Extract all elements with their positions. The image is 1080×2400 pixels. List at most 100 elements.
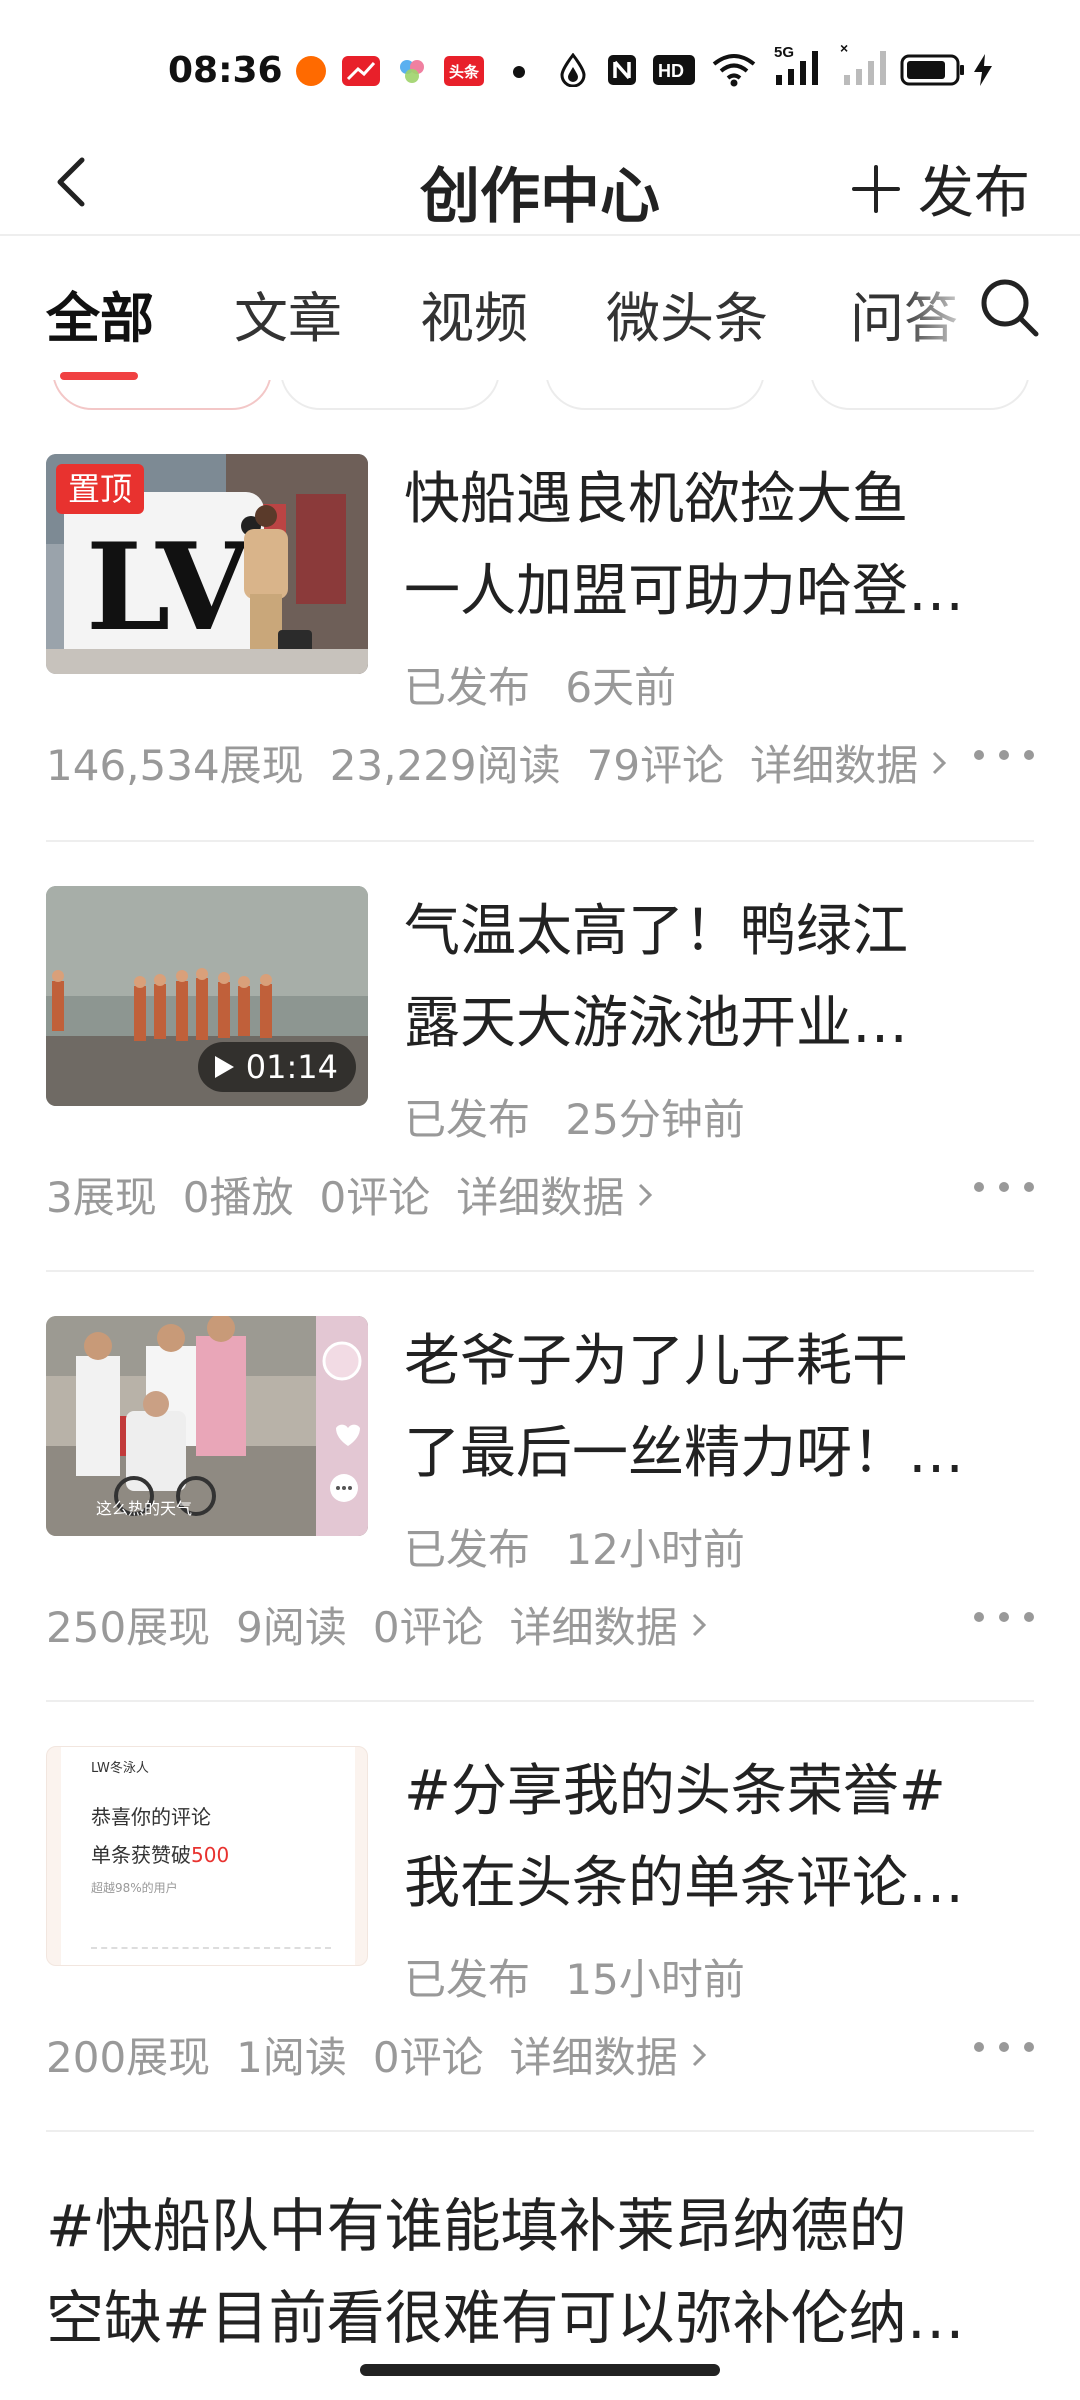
duration-text: 01:14 bbox=[245, 1048, 338, 1086]
status-bar: 08:36 头条 HD 5G × bbox=[0, 0, 1080, 128]
item-title[interactable]: #快船队中有谁能填补莱昂纳德的 空缺#目前看很难有可以弥补伦纳… bbox=[46, 2180, 1026, 2364]
more-dot bbox=[1024, 750, 1034, 760]
nfc-icon bbox=[606, 50, 638, 90]
item-title-line: 了最后一丝精力呀！… bbox=[404, 1421, 964, 1486]
more-dot bbox=[1024, 1182, 1034, 1192]
filter-chip[interactable] bbox=[52, 380, 272, 410]
detail-data-label: 详细数据 bbox=[509, 1603, 678, 1652]
detail-data-link[interactable]: 详细数据 bbox=[510, 2024, 710, 2085]
filter-chip[interactable] bbox=[810, 380, 1030, 410]
stat-reads: 1阅读 bbox=[236, 2033, 347, 2082]
filter-chip[interactable] bbox=[545, 380, 765, 410]
publish-label: 发布 bbox=[918, 161, 1030, 226]
item-title[interactable]: #分享我的头条荣誉# 我在头条的单条评论… bbox=[404, 1746, 1044, 1930]
plus-icon bbox=[852, 164, 900, 213]
more-dot bbox=[999, 1612, 1009, 1622]
divider bbox=[46, 2130, 1034, 2132]
item-title-line: 一人加盟可助力哈登… bbox=[404, 559, 964, 624]
divider bbox=[46, 1700, 1034, 1702]
item-title[interactable]: 气温太高了！鸭绿江 露天大游泳池开业… bbox=[404, 886, 1044, 1070]
publish-status: 已发布 bbox=[404, 1095, 531, 1144]
orange-app-icon bbox=[296, 56, 326, 86]
detail-data-label: 详细数据 bbox=[509, 2033, 678, 2082]
chevron-right-icon bbox=[692, 2043, 706, 2066]
item-title-line: 露天大游泳池开业… bbox=[404, 991, 908, 1056]
item-title-line: 气温太高了！鸭绿江 bbox=[404, 899, 908, 964]
divider bbox=[46, 1270, 1034, 1272]
thumb-caption: 这么热的天气 bbox=[96, 1499, 192, 1518]
home-indicator[interactable] bbox=[360, 2364, 720, 2376]
status-time: 08:36 bbox=[168, 50, 283, 91]
item-title-line: 老爷子为了儿子耗干 bbox=[404, 1329, 908, 1394]
toutiao-app-icon: 头条 bbox=[444, 56, 484, 86]
top-header: 创作中心 发布 bbox=[0, 128, 1080, 236]
item-title-line: 我在头条的单条评论… bbox=[404, 1851, 964, 1916]
stat-plays: 0播放 bbox=[182, 1173, 294, 1222]
item-title-line: 空缺#目前看很难有可以弥补伦纳… bbox=[46, 2284, 965, 2352]
detail-data-link[interactable]: 详细数据 bbox=[456, 1164, 656, 1225]
item-thumbnail: 01:14 bbox=[46, 886, 368, 1106]
card-dashed-line bbox=[91, 1947, 331, 1949]
category-tabs: 全部 文章 视频 微头条 问答 bbox=[0, 238, 1080, 380]
publish-button[interactable]: 发布 bbox=[852, 148, 1030, 229]
item-meta: 已发布 12小时前 bbox=[404, 1516, 745, 1577]
more-options-button[interactable] bbox=[974, 1602, 1034, 1632]
item-meta: 已发布 15小时前 bbox=[404, 1946, 745, 2007]
item-thumbnail: 这么热的天气 bbox=[46, 1316, 368, 1536]
more-options-button[interactable] bbox=[974, 2032, 1034, 2062]
card-line1: 恭喜你的评论 bbox=[91, 1805, 211, 1829]
content-item[interactable]: LV 置顶 快船遇良机欲捡大鱼 一人加盟可助力哈登… 已发布 6天前 146,5… bbox=[46, 454, 1034, 790]
tab-articles[interactable]: 文章 bbox=[234, 274, 342, 353]
play-icon bbox=[214, 1056, 234, 1078]
more-dot bbox=[999, 2042, 1009, 2052]
item-title-line: #快船队中有谁能填补莱昂纳德的 bbox=[46, 2192, 907, 2260]
publish-status: 已发布 bbox=[404, 1955, 531, 2004]
stat-comments: 0评论 bbox=[372, 2033, 484, 2082]
tab-videos[interactable]: 视频 bbox=[420, 274, 528, 353]
tab-micro-posts[interactable]: 微头条 bbox=[606, 274, 768, 353]
item-stats: 200展现 1阅读 0评论 详细数据 bbox=[46, 2024, 710, 2085]
more-options-button[interactable] bbox=[974, 1172, 1034, 1202]
item-title[interactable]: 快船遇良机欲捡大鱼 一人加盟可助力哈登… bbox=[404, 454, 1044, 638]
stat-comments: 79评论 bbox=[586, 741, 725, 790]
content-item[interactable]: LW冬泳人 恭喜你的评论 单条获赞破500 超越98%的用户 #分享我的头条荣誉… bbox=[46, 1746, 1034, 2082]
publish-status: 已发布 bbox=[404, 1525, 531, 1574]
tab-all[interactable]: 全部 bbox=[46, 274, 154, 353]
chevron-right-icon bbox=[933, 751, 947, 774]
detail-data-link[interactable]: 详细数据 bbox=[510, 1594, 710, 1655]
more-dot bbox=[974, 750, 984, 760]
more-options-button[interactable] bbox=[974, 740, 1034, 770]
search-icon bbox=[981, 279, 1039, 337]
item-title-line: #分享我的头条荣誉# bbox=[404, 1759, 946, 1824]
item-title[interactable]: 老爷子为了儿子耗干 了最后一丝精力呀！… bbox=[404, 1316, 1044, 1500]
stat-impressions: 250展现 bbox=[46, 1603, 211, 1652]
hd-icon: HD bbox=[652, 50, 696, 90]
more-dot bbox=[974, 1182, 984, 1192]
more-dot bbox=[974, 2042, 984, 2052]
search-button[interactable] bbox=[976, 274, 1042, 340]
detail-data-label: 详细数据 bbox=[750, 741, 919, 790]
publish-status: 已发布 bbox=[404, 663, 531, 712]
publish-time: 12小时前 bbox=[565, 1525, 745, 1574]
signal-2-icon: × bbox=[840, 41, 890, 85]
more-dot bbox=[1024, 1612, 1034, 1622]
chevron-right-icon bbox=[692, 1613, 706, 1636]
more-dot bbox=[999, 750, 1009, 760]
content-item[interactable]: 这么热的天气 老爷子为了儿子耗干 了最后一丝精力呀！… 已发布 12小时前 25… bbox=[46, 1316, 1034, 1652]
item-stats: 146,534展现 23,229阅读 79评论 详细数据 bbox=[46, 732, 950, 793]
item-meta: 已发布 25分钟前 bbox=[404, 1086, 745, 1147]
item-stats: 3展现 0播放 0评论 详细数据 bbox=[46, 1164, 656, 1225]
filter-chip[interactable] bbox=[280, 380, 500, 410]
more-dot bbox=[1024, 2042, 1034, 2052]
item-thumbnail: LV 置顶 bbox=[46, 454, 368, 674]
chevron-right-icon bbox=[639, 1183, 653, 1206]
stat-impressions: 146,534展现 bbox=[46, 741, 304, 790]
stat-impressions: 200展现 bbox=[46, 2033, 211, 2082]
detail-data-link[interactable]: 详细数据 bbox=[750, 732, 950, 793]
item-title-line: 快船遇良机欲捡大鱼 bbox=[404, 467, 908, 532]
content-item[interactable]: 01:14 气温太高了！鸭绿江 露天大游泳池开业… 已发布 25分钟前 3展现 … bbox=[46, 886, 1034, 1222]
publish-time: 25分钟前 bbox=[565, 1095, 745, 1144]
card-line3: 超越98%的用户 bbox=[91, 1881, 178, 1895]
item-thumbnail: LW冬泳人 恭喜你的评论 单条获赞破500 超越98%的用户 bbox=[46, 1746, 368, 1966]
pinned-badge: 置顶 bbox=[56, 464, 145, 514]
